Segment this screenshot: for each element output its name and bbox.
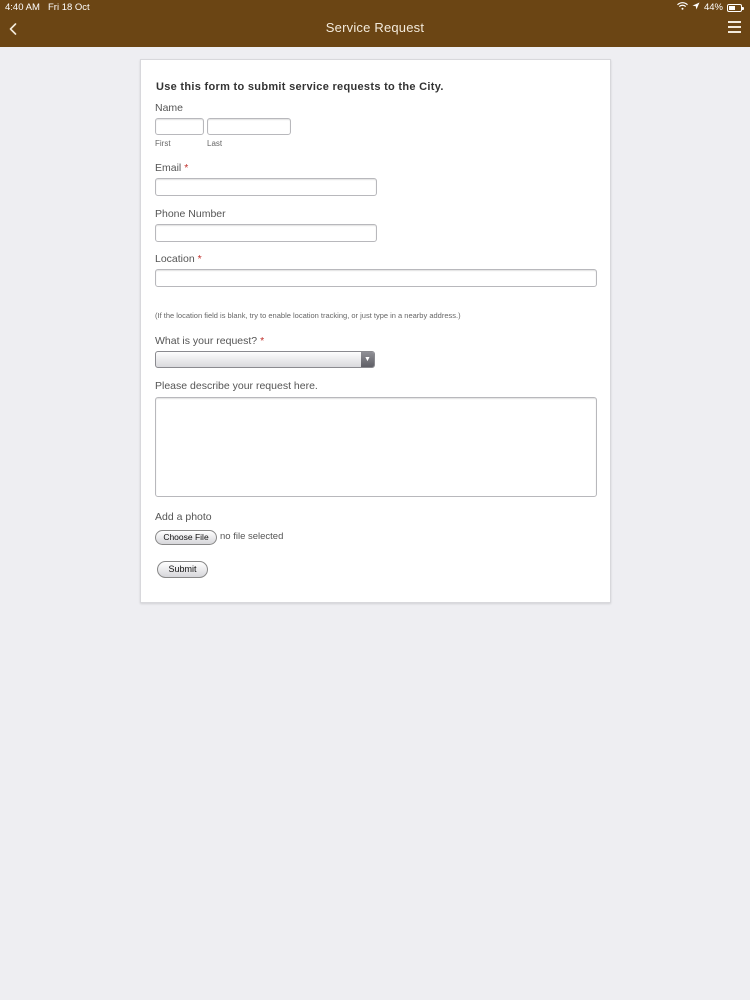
navigation-bar: 4:40 AM Fri 18 Oct 44% Service Request [0,0,750,47]
battery-percent: 44% [703,2,723,13]
page-title: Service Request [325,20,425,35]
menu-button[interactable] [728,21,742,33]
form-heading: Use this form to submit service requests… [156,81,444,93]
service-request-form: Use this form to submit service requests… [140,59,611,603]
file-status-text: no file selected [220,531,284,542]
location-label: Location * [155,253,202,265]
location-help-text: (If the location field is blank, try to … [155,311,461,320]
description-textarea[interactable] [155,397,597,497]
photo-label: Add a photo [155,511,212,523]
status-date: Fri 18 Oct [48,2,90,13]
choose-file-button[interactable]: Choose File [155,530,217,545]
last-name-label: Last [207,139,223,148]
description-label: Please describe your request here. [155,380,318,392]
first-name-label: First [155,139,171,148]
request-type-label: What is your request? * [155,335,265,347]
status-indicators: 44% [677,2,744,13]
name-label: Name [155,102,184,114]
battery-icon [727,3,744,12]
required-marker: * [184,162,189,174]
required-marker: * [260,335,265,347]
status-bar: 4:40 AM Fri 18 Oct 44% [0,0,750,15]
last-name-field[interactable] [207,118,291,135]
request-type-select[interactable]: ▼ [155,351,375,368]
email-label: Email * [155,162,189,174]
status-time: 4:40 AM [5,2,40,13]
submit-button[interactable]: Submit [157,561,208,578]
dropdown-arrow-icon: ▼ [361,352,374,367]
first-name-field[interactable] [155,118,204,135]
required-marker: * [197,253,202,265]
location-arrow-icon [692,2,700,13]
phone-label: Phone Number [155,208,226,220]
phone-field[interactable] [155,224,377,242]
email-field[interactable] [155,178,377,196]
location-field[interactable] [155,269,597,287]
wifi-icon [677,2,688,13]
